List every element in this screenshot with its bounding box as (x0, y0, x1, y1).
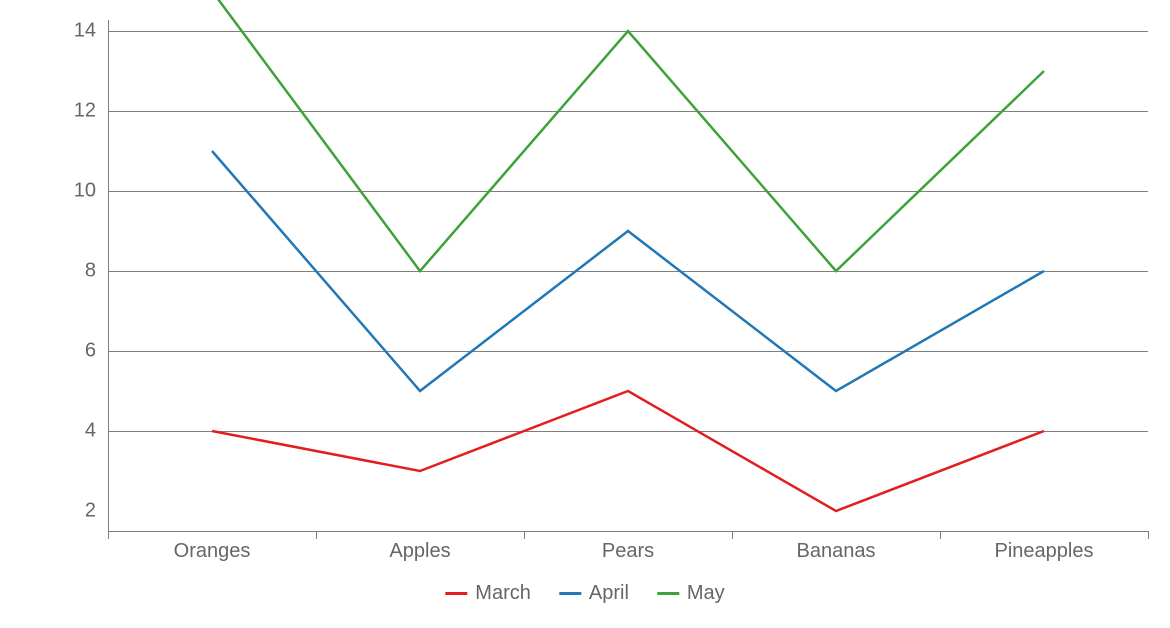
legend-swatch (657, 592, 679, 595)
y-tick-label: 2 (85, 500, 96, 523)
legend-item-march: March (445, 582, 531, 605)
x-tick-label: Pears (602, 540, 654, 563)
x-tick (732, 531, 733, 539)
x-tick (108, 531, 109, 539)
y-tick-label: 8 (85, 260, 96, 283)
x-tick-label: Pineapples (995, 540, 1094, 563)
y-tick-label: 10 (74, 180, 96, 203)
y-tick-label: 14 (74, 20, 96, 43)
x-tick-label: Oranges (174, 540, 251, 563)
series-line-april (212, 151, 1044, 391)
x-tick (524, 531, 525, 539)
series-line-march (212, 391, 1044, 511)
y-tick-label: 6 (85, 340, 96, 363)
legend: March April May (445, 582, 724, 605)
x-tick (940, 531, 941, 539)
legend-item-may: May (657, 582, 725, 605)
x-tick-label: Apples (389, 540, 450, 563)
legend-swatch (559, 592, 581, 595)
plot-area (108, 20, 1148, 531)
x-axis (108, 531, 1148, 532)
legend-item-april: April (559, 582, 629, 605)
legend-label: April (589, 582, 629, 605)
y-tick-label: 4 (85, 420, 96, 443)
legend-swatch (445, 592, 467, 595)
x-tick-label: Bananas (797, 540, 876, 563)
x-tick (316, 531, 317, 539)
legend-label: March (475, 582, 531, 605)
x-tick (1148, 531, 1149, 539)
legend-label: May (687, 582, 725, 605)
y-tick-label: 12 (74, 100, 96, 123)
line-chart: 2 4 6 8 10 12 14 Oranges Apples Pears Ba… (0, 0, 1170, 628)
